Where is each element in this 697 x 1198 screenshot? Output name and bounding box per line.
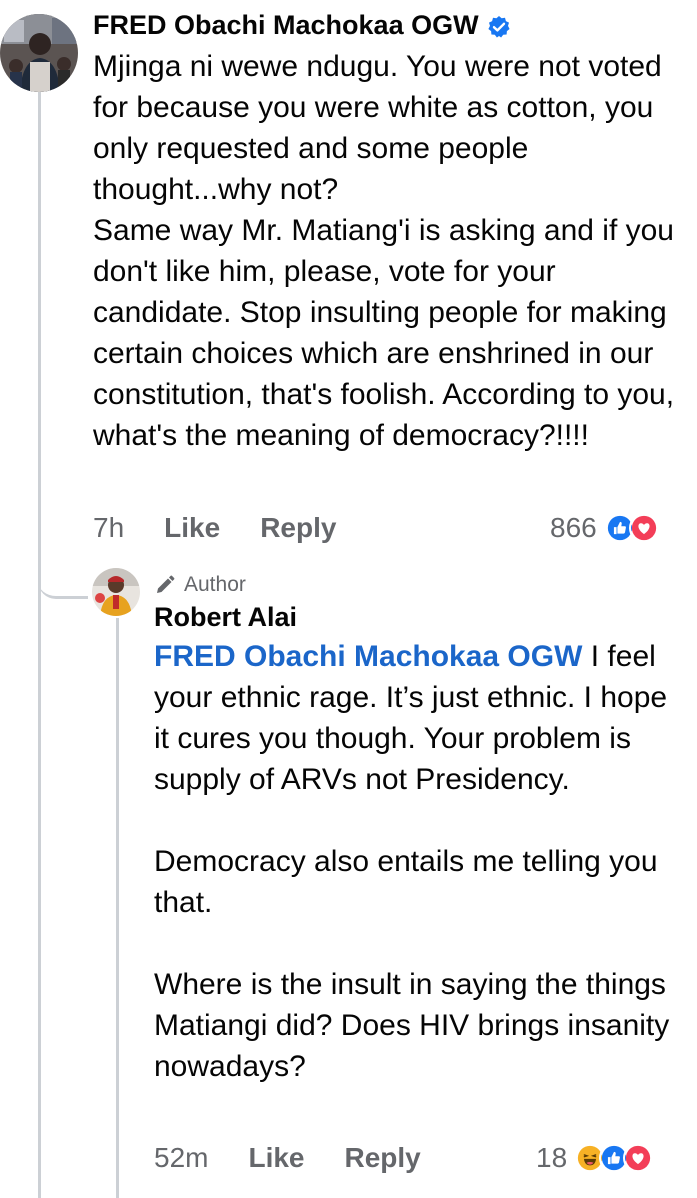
reply-reply-button[interactable]: Reply — [345, 1142, 421, 1174]
author-badge: Author — [154, 572, 674, 598]
verified-badge-icon — [487, 13, 511, 38]
comment-text: Mjinga ni wewe ndugu. You were not voted… — [93, 50, 675, 452]
comment-timestamp[interactable]: 7h — [93, 512, 124, 544]
reply-button[interactable]: Reply — [260, 512, 336, 544]
like-button[interactable]: Like — [164, 512, 220, 544]
reply: Author Robert Alai FRED Obachi Machokaa … — [154, 572, 674, 1087]
avatar-image — [0, 14, 78, 92]
thread-line-main — [38, 92, 41, 1198]
thread-line-reply — [116, 618, 119, 1198]
reply-text-body: I feel your ethnic rage. It’s just ethni… — [154, 640, 670, 1083]
reply-actions: 52m Like Reply — [154, 1138, 421, 1178]
reply-avatar[interactable] — [92, 568, 140, 616]
reply-author-name[interactable]: Robert Alai — [154, 600, 297, 634]
reply-like-button[interactable]: Like — [248, 1142, 304, 1174]
thread-line-branch — [38, 560, 88, 599]
reply-avatar-image — [92, 568, 140, 616]
comment-reactions[interactable]: 866 — [550, 508, 659, 548]
reply-timestamp[interactable]: 52m — [154, 1142, 208, 1174]
pencil-icon — [157, 575, 175, 593]
love-icon — [628, 513, 659, 543]
reply-reactions[interactable]: 18 — [536, 1138, 654, 1178]
reaction-count: 866 — [550, 512, 597, 543]
reply-reaction-count: 18 — [536, 1142, 568, 1173]
avatar[interactable] — [0, 14, 78, 92]
comment-author[interactable]: FRED Obachi Machokaa OGW — [93, 8, 683, 42]
author-badge-label: Author — [184, 573, 246, 596]
love-icon — [623, 1143, 654, 1173]
comment-actions: 7h Like Reply — [93, 508, 336, 548]
comment: FRED Obachi Machokaa OGW Mjinga ni wewe … — [93, 8, 683, 456]
reply-text: FRED Obachi Machokaa OGW I feel your eth… — [154, 636, 674, 1087]
reply-author[interactable]: Robert Alai — [154, 600, 674, 634]
mention-link[interactable]: FRED Obachi Machokaa OGW — [154, 640, 582, 673]
comment-author-name[interactable]: FRED Obachi Machokaa OGW — [93, 8, 479, 42]
